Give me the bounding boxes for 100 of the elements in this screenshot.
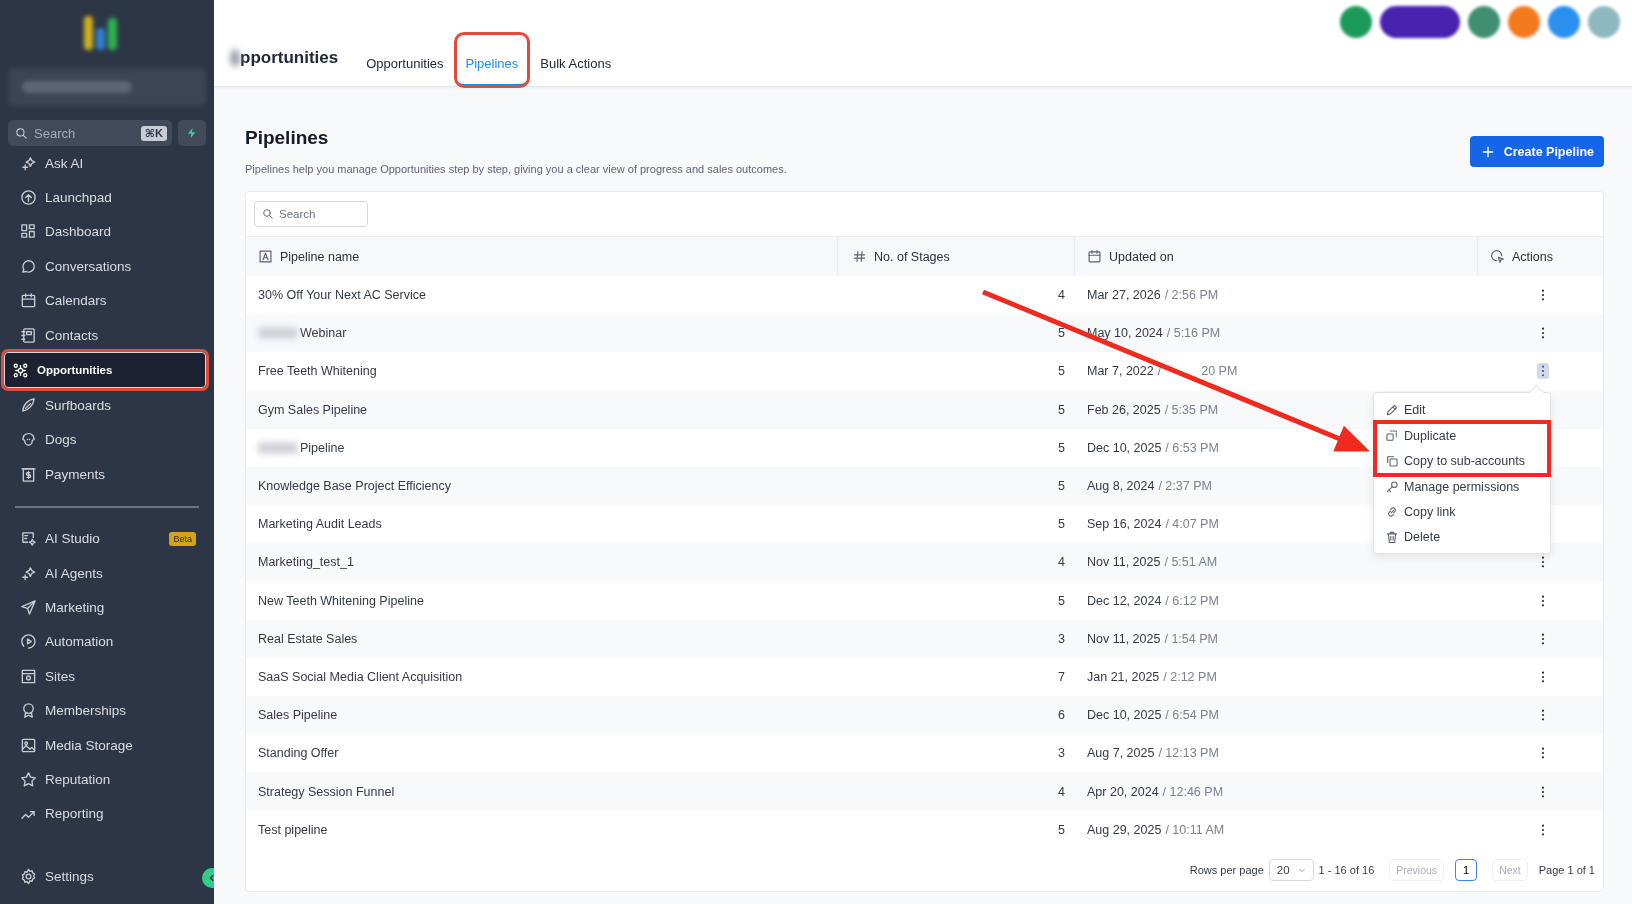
grid-icon — [20, 223, 37, 241]
search-icon — [15, 126, 28, 140]
rocket-icon — [20, 189, 37, 207]
table-cell: 3 — [1058, 631, 1065, 646]
rows-per-page-label: Rows per page — [1189, 863, 1264, 876]
column-header[interactable]: Updated on — [1075, 237, 1478, 276]
nav-item[interactable]: Contacts — [4, 317, 206, 353]
website-icon — [20, 667, 37, 685]
kebab-icon — [1541, 289, 1545, 302]
nav-item[interactable]: Launchpad — [4, 180, 206, 215]
lightning-icon — [186, 126, 198, 140]
nav-item[interactable]: Payments — [4, 457, 206, 492]
table-cell: Gym Sales Pipeline — [258, 402, 368, 417]
nav-item[interactable]: Dogs — [4, 422, 206, 458]
table-cell: Aug 7, 2025 — [1087, 746, 1155, 761]
search-field[interactable]: Search — [254, 201, 368, 227]
menu-item[interactable]: Copy link — [1377, 499, 1547, 525]
menu-item[interactable]: Delete — [1377, 524, 1547, 549]
blurred-icon[interactable] — [1380, 6, 1460, 38]
menu-item[interactable]: Manage permissions — [1377, 475, 1547, 500]
nav-item[interactable]: Opportunities — [4, 352, 206, 389]
table-cell: Marketing Audit Leads — [258, 517, 382, 532]
time-text: 20 PM — [1201, 364, 1238, 379]
chevron-left-icon — [208, 874, 214, 882]
table-cell: Sales Pipeline — [258, 708, 338, 723]
table-cell: Real Estate Sales — [258, 631, 358, 646]
award-icon — [20, 702, 37, 720]
nav-item[interactable]: Media Storage — [4, 727, 206, 763]
nav-item[interactable]: Ask AI — [4, 146, 206, 181]
menu-item[interactable]: Duplicate — [1377, 423, 1547, 449]
create-pipeline-button[interactable]: Create Pipeline — [1469, 136, 1604, 167]
table-cell: 5 — [1058, 364, 1065, 379]
letter-icon — [258, 249, 273, 264]
tab[interactable]: Pipelines — [455, 34, 529, 86]
nav-item[interactable]: Surfboards — [4, 388, 206, 423]
nav-item[interactable]: AI Studio Beta — [4, 521, 206, 556]
tab[interactable]: Opportunities — [360, 34, 450, 86]
kebab-icon — [1541, 365, 1545, 378]
kebab-icon — [1541, 823, 1545, 836]
table-cell: Marketing_test_1 — [258, 555, 354, 570]
tab[interactable]: Bulk Actions — [534, 34, 618, 86]
pencil-icon — [1385, 402, 1399, 417]
rows-per-page-select[interactable]: 20 — [1268, 858, 1314, 881]
nav-item[interactable]: Sites — [4, 659, 206, 694]
key-icon — [1385, 480, 1399, 495]
nav-item[interactable]: AI Agents — [4, 555, 206, 591]
calendar-icon — [20, 292, 37, 310]
table-cell: 7 — [1058, 669, 1065, 684]
nav-item[interactable]: Reporting — [4, 796, 206, 832]
search-input[interactable]: Search — [34, 125, 135, 141]
table-cell: 5 — [1058, 593, 1065, 608]
star-icon — [20, 770, 37, 788]
kebab-icon — [1541, 785, 1545, 798]
nav-item[interactable]: Reputation — [4, 762, 206, 797]
page-button[interactable]: 1 — [1455, 858, 1478, 881]
table-cell: New Teeth Whitening Pipeline — [258, 593, 424, 608]
table-cell: Dec 10, 2025 — [1087, 440, 1162, 455]
column-header[interactable]: Actions — [1478, 237, 1603, 276]
table-cell: Mar 7, 2022 — [1087, 364, 1154, 379]
table-cell: Aug 29, 2025 — [1087, 822, 1162, 837]
time-text: / 5:51 AM — [1164, 555, 1218, 570]
settings-item[interactable]: Settings — [4, 859, 206, 894]
nodes-icon — [12, 361, 29, 379]
notebook-icon — [20, 326, 37, 344]
table-cell: Jan 21, 2025 — [1087, 669, 1160, 684]
search-icon — [262, 208, 274, 220]
kebab-icon — [1541, 556, 1545, 569]
duplicate-icon — [1385, 429, 1399, 444]
more-actions-button[interactable] — [1537, 363, 1549, 380]
nav-item[interactable]: Marketing — [4, 590, 206, 625]
nav-item[interactable]: Memberships — [4, 693, 206, 728]
table-cell: Standing Offer — [258, 746, 339, 761]
account-switcher[interactable] — [8, 68, 206, 106]
nav-item[interactable]: Automation — [4, 624, 206, 660]
column-header[interactable]: No. of Stages — [838, 237, 1075, 276]
time-text: / 2:56 PM — [1164, 288, 1219, 303]
table-cell: Aug 8, 2024 — [1087, 479, 1155, 494]
table-cell: 5 — [1058, 822, 1065, 837]
menu-item[interactable]: Edit — [1377, 397, 1547, 422]
quick-action-button[interactable] — [178, 120, 206, 146]
sparkle-icon — [20, 154, 37, 172]
nav-item[interactable]: Calendars — [4, 283, 206, 318]
page-info: Page 1 of 1 — [1538, 863, 1595, 876]
beta-badge: Beta — [169, 531, 196, 546]
link-icon — [1385, 505, 1399, 520]
table-cell: 5 — [1058, 479, 1065, 494]
menu-item[interactable]: Copy to sub-accounts — [1377, 448, 1547, 474]
column-header[interactable]: Pipeline name — [246, 237, 838, 276]
copy-icon — [1385, 453, 1399, 468]
shortcut-key: ⌘K — [140, 125, 167, 141]
nav-item[interactable]: Dashboard — [4, 214, 206, 250]
table-cell: Dec 10, 2025 — [1087, 708, 1162, 723]
table-cell: Pipeline — [300, 440, 345, 455]
time-text: / 6:12 PM — [1165, 593, 1219, 608]
search-field[interactable]: Search ⌘K — [8, 120, 172, 146]
table-cell: 3 — [1058, 746, 1065, 761]
table-cell: 5 — [1058, 440, 1065, 455]
table-cell: Test pipeline — [258, 822, 328, 837]
nav-item[interactable]: Conversations — [4, 249, 206, 284]
section-description: Pipelines help you manage Opportunities step by step, giving you a clear view of progress and sales outcomes. — [245, 163, 787, 175]
